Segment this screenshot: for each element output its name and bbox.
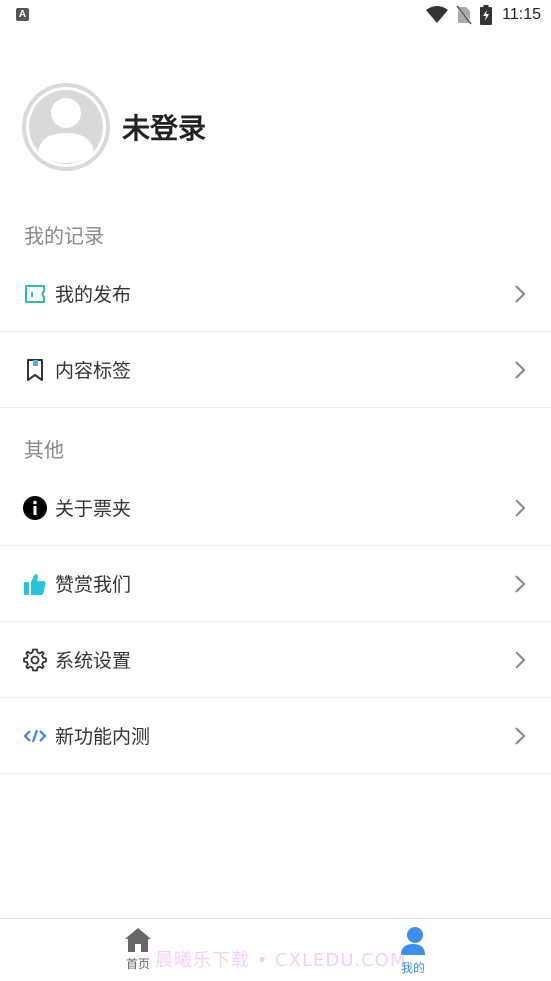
nav-label-home: 首页 <box>125 957 150 971</box>
chevron-right-icon <box>515 574 526 593</box>
section-title-other: 其他 <box>24 438 64 462</box>
bookmark-icon <box>23 358 47 382</box>
watermark: 晨曦乐下载 • CXLEDU.COM <box>155 950 407 971</box>
battery-icon <box>480 5 493 25</box>
ticket-icon <box>23 282 47 306</box>
status-right: 11:15 <box>426 4 541 26</box>
avatar[interactable] <box>22 83 110 171</box>
menu-item-settings[interactable]: 系统设置 <box>0 622 551 698</box>
info-icon <box>23 495 47 520</box>
section-title-records: 我的记录 <box>24 224 104 248</box>
screen: A 11:15 未登录 我的记录 我的发布 内容标签 其他 关于票夹 赞赏我们 … <box>0 0 551 981</box>
menu-label: 关于票夹 <box>55 498 132 520</box>
profile-header[interactable]: 未登录 <box>22 83 206 171</box>
menu-label: 系统设置 <box>55 650 132 672</box>
chevron-right-icon <box>515 360 526 379</box>
menu-item-about[interactable]: 关于票夹 <box>0 470 551 546</box>
status-time: 11:15 <box>502 6 541 23</box>
chevron-right-icon <box>515 650 526 669</box>
chevron-right-icon <box>515 498 526 517</box>
notification-a-icon: A <box>16 8 29 21</box>
menu-label: 内容标签 <box>55 360 132 382</box>
menu-item-my-posts[interactable]: 我的发布 <box>0 256 551 332</box>
chevron-right-icon <box>515 726 526 745</box>
home-icon <box>125 928 151 952</box>
menu-item-beta-features[interactable]: 新功能内测 <box>0 698 551 774</box>
menu-item-reward[interactable]: 赞赏我们 <box>0 546 551 622</box>
code-icon <box>23 724 47 748</box>
status-bar: A 11:15 <box>0 0 551 32</box>
chevron-right-icon <box>515 284 526 303</box>
menu-label: 新功能内测 <box>55 726 151 748</box>
wifi-icon <box>426 6 449 23</box>
gear-icon <box>23 648 47 672</box>
menu-label: 赞赏我们 <box>55 574 132 596</box>
menu-item-content-tags[interactable]: 内容标签 <box>0 332 551 408</box>
default-avatar-icon <box>22 83 110 171</box>
login-status[interactable]: 未登录 <box>122 107 206 147</box>
menu-label: 我的发布 <box>55 284 132 306</box>
thumbs-up-icon <box>23 572 47 596</box>
no-sim-icon <box>456 5 473 25</box>
